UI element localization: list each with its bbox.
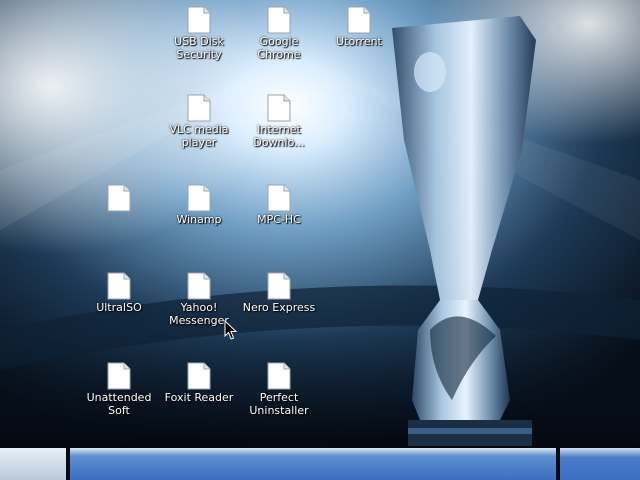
desktop-icon-unattended-soft[interactable]: Unattended Soft [80,356,158,436]
taskbar-left-segment[interactable] [0,448,66,480]
desktop-icon-internet-download-manager[interactable]: Internet Downlo... [240,88,318,168]
desktop-icon-usb-disk-security[interactable]: USB Disk Security [160,0,238,80]
blank-file-icon [107,184,131,212]
blank-file-icon [267,6,291,34]
taskbar-right-segment[interactable] [560,448,640,480]
desktop-icon-label: MPC-HC [257,213,301,226]
desktop-icon-winamp[interactable]: Winamp [160,178,238,258]
desktop-icon-vlc-media-player[interactable]: VLC media player [160,88,238,168]
desktop-icon-label: Foxit Reader [164,391,234,404]
taskbar-main-segment[interactable] [70,448,556,480]
desktop-icon-ultraiso[interactable]: UltraISO [80,266,158,346]
blank-file-icon [187,184,211,212]
desktop-icon-mpc-hc[interactable]: MPC-HC [240,178,318,258]
desktop-icon-unnamed[interactable] [80,178,158,258]
desktop-icon-label: Perfect Uninstaller [249,391,309,417]
blank-file-icon [107,272,131,300]
blank-file-icon [267,94,291,122]
mouse-cursor-icon [224,320,238,340]
desktop-icon-label: Nero Express [242,301,316,314]
blank-file-icon [347,6,371,34]
desktop-icon-label: Google Chrome [257,35,301,61]
desktop-icon-label: Unattended Soft [86,391,152,417]
blank-file-icon [267,184,291,212]
blank-file-icon [187,272,211,300]
desktop-icon-label: VLC media player [169,123,229,149]
desktop-icon-label: Internet Downlo... [253,123,305,149]
blank-file-icon [267,362,291,390]
desktop-icon-nero-express[interactable]: Nero Express [240,266,318,346]
desktop-icon-label: Winamp [176,213,222,226]
blank-file-icon [107,362,131,390]
desktop-icon-label: Utorrent [336,35,382,48]
blank-file-icon [187,362,211,390]
blank-file-icon [267,272,291,300]
taskbar[interactable] [0,448,640,480]
desktop-icon-google-chrome[interactable]: Google Chrome [240,0,318,80]
blank-file-icon [187,6,211,34]
desktop-icon-label: USB Disk Security [174,35,224,61]
blank-file-icon [187,94,211,122]
desktop-icon-perfect-uninstaller[interactable]: Perfect Uninstaller [240,356,318,436]
desktop-icon-foxit-reader[interactable]: Foxit Reader [160,356,238,436]
desktop-icon-utorrent[interactable]: Utorrent [320,0,398,80]
desktop-icon-label: UltraISO [96,301,142,314]
